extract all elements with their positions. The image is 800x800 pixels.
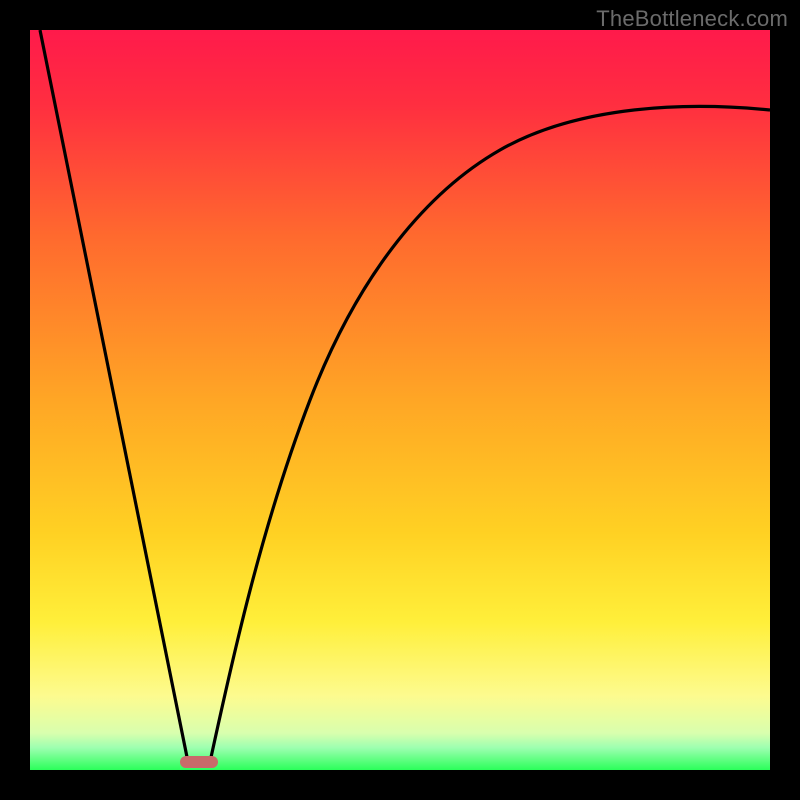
chart-frame bbox=[30, 30, 770, 770]
optimal-marker bbox=[180, 756, 218, 768]
watermark-text: TheBottleneck.com bbox=[596, 6, 788, 32]
bottleneck-curve bbox=[30, 30, 770, 770]
curve-right-branch bbox=[210, 106, 770, 762]
curve-left-branch bbox=[40, 30, 188, 762]
